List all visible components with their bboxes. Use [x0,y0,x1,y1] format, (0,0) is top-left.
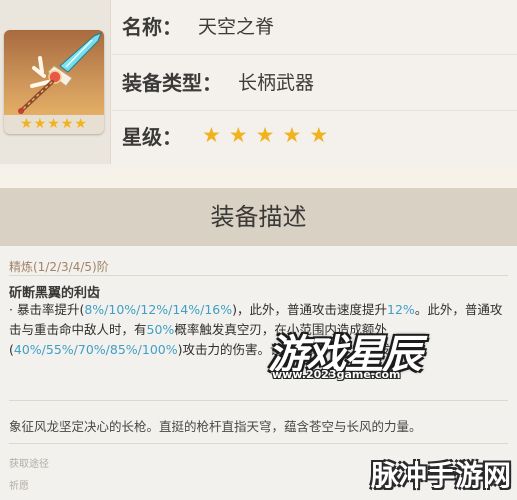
highlight-value: 50% [146,322,175,337]
rarity-label: 星级： [122,124,182,149]
watermark-url: www.2023game.com [272,368,401,381]
description-header: 装备描述 [0,188,517,246]
lore-text: 象征风龙坚定决心的长枪。直挺的枪杆直指天穹，蕴含苍空与长风的力量。 [9,419,422,434]
obtain-label: 获取途径 [9,459,49,470]
divider [112,110,517,111]
obtain-value: 祈愿 [9,481,29,492]
star-icon: ★ [202,123,221,147]
watermark-corner: 脉冲手游网 [370,459,511,492]
star-icon: ★ [282,123,302,147]
highlight-value: 40%/55%/70%/85%/100% [13,342,178,357]
weapon-type: 长柄武器 [238,71,315,94]
divider [9,443,508,444]
divider [9,400,508,401]
card-rarity-stars: ★★★★★ [4,115,104,134]
divider [112,54,517,55]
star-icon: ★ [255,123,275,147]
star-icon: ★ [309,123,329,147]
highlight-value: 12% [387,302,415,317]
passive-name: 斫断黑翼的利齿 [9,286,101,301]
passive-text: · 暴击率提升( [9,302,85,317]
rarity-stars: ★ ★ ★ ★ ★ [202,123,328,147]
star-icon: ★ [228,123,248,147]
name-row: 名称： 天空之脊 [122,5,274,45]
type-label: 装备类型： [122,70,222,95]
rarity-row: 星级： ★ ★ ★ ★ ★ [122,115,328,155]
highlight-value: 8%/10%/12%/14%/16% [84,302,233,317]
refinement-label: 精炼(1/2/3/4/5)阶 [9,260,109,274]
weapon-name: 天空之脊 [198,15,275,38]
divider [9,275,508,276]
type-row: 装备类型： 长柄武器 [122,61,314,101]
item-icon-frame: ★★★★★ [0,0,111,164]
spear-weapon-icon [18,32,102,114]
passive-text: )，此外，普通攻击速度提升 [232,302,388,317]
weapon-icon-card[interactable]: ★★★★★ [4,30,104,134]
name-label: 名称： [122,14,182,39]
item-header: ★ ★ ★ ★ ★ 名称： 天空之脊 装备类型： 长柄武器 星级： ★ ★ ★ ★ ★ [0,0,517,168]
passive-description: · 暴击率提升(8%/10%/12%/14%/16%)，此外，普通攻击速度提升1… [9,300,509,360]
